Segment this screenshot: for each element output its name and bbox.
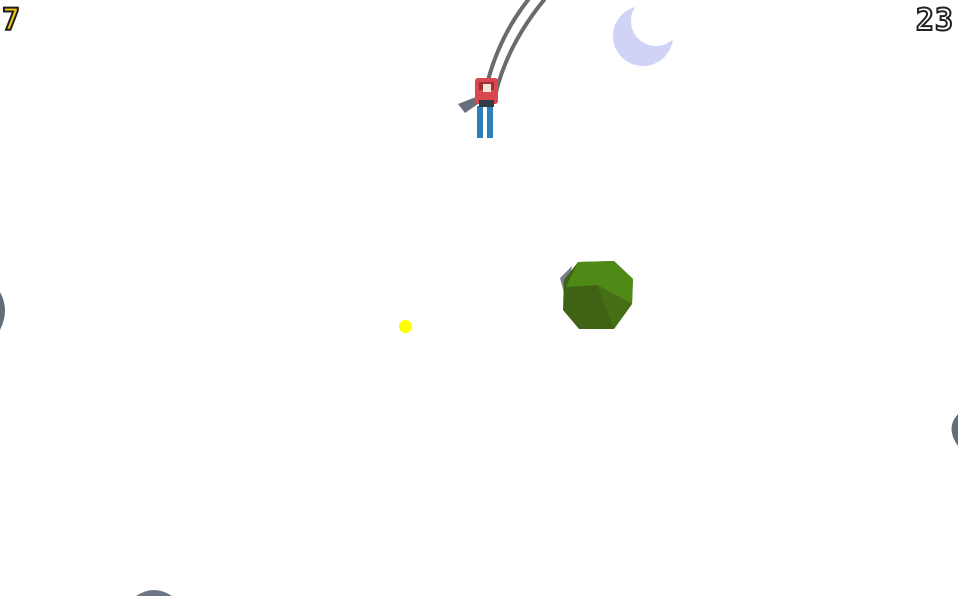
pine-tree-obstacle	[560, 261, 633, 329]
skier-player	[458, 78, 498, 138]
game-scene[interactable]	[0, 0, 958, 596]
rock-obstacle-right	[951, 414, 958, 446]
skier-right-ski	[487, 106, 493, 138]
yellow-coin-dot	[399, 320, 412, 333]
score-counter: 23	[915, 3, 954, 39]
crescent-moon-icon	[613, 0, 681, 66]
rock-obstacle-left	[0, 292, 5, 330]
coin-counter: 7	[1, 3, 22, 39]
rock-obstacle-bottom	[136, 590, 172, 596]
skier-face	[483, 84, 491, 92]
skier-left-ski	[477, 106, 483, 138]
